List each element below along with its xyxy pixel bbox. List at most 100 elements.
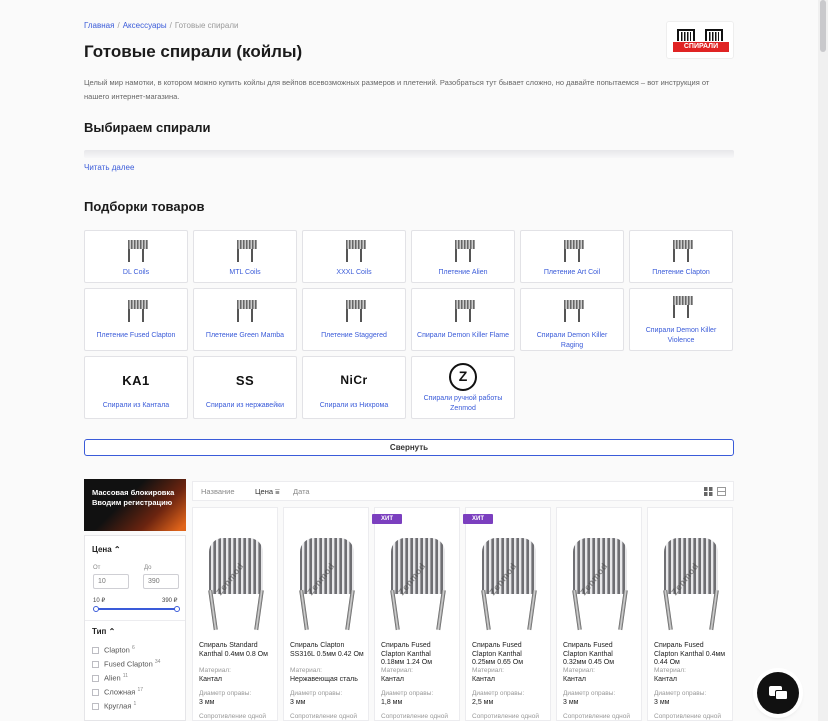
- product-image[interactable]: Zenmod: [383, 520, 453, 632]
- product-diameter: 3 мм: [290, 699, 306, 706]
- brand-logo: СПИРАЛИ: [666, 21, 734, 59]
- product-card[interactable]: Zenmod Спираль Fused Clapton Kanthal 0.3…: [556, 507, 642, 721]
- product-card[interactable]: Zenmod Спираль Fused Clapton Kanthal 0.4…: [647, 507, 733, 721]
- type-checkbox[interactable]: Сложная 17: [92, 687, 143, 697]
- collection-tile[interactable]: NiCr Спирали из Нихрома: [302, 356, 406, 419]
- product-image[interactable]: Zenmod: [474, 520, 544, 632]
- kanthal-logo: KA1: [122, 373, 150, 388]
- type-checkbox[interactable]: Alien 11: [92, 673, 128, 683]
- coil-icon: [233, 297, 257, 323]
- product-image[interactable]: Zenmod: [565, 520, 635, 632]
- coil-icon: [451, 237, 475, 263]
- breadcrumb-accessories[interactable]: Аксессуары: [123, 21, 167, 30]
- price-max-handle[interactable]: [174, 606, 180, 612]
- product-name[interactable]: Спираль Fused Clapton Kanthal 0.25мм 0.6…: [472, 642, 546, 668]
- product-card[interactable]: Zenmod Спираль Clapton SS316L 0.5мм 0.42…: [283, 507, 369, 721]
- collapse-button[interactable]: Свернуть: [84, 439, 734, 456]
- coil-icon: [560, 297, 584, 323]
- read-more-link[interactable]: Читать далее: [84, 163, 134, 172]
- to-label: До: [144, 565, 152, 571]
- coil-icon: [560, 237, 584, 263]
- collection-tile[interactable]: Плетение Clapton: [629, 230, 733, 283]
- product-image[interactable]: Zenmod: [292, 520, 362, 632]
- page-title: Готовые спирали (койлы): [84, 42, 303, 61]
- chevron-up-icon: ⌃: [108, 627, 116, 636]
- product-card[interactable]: ХИТ Zenmod Спираль Fused Clapton Kanthal…: [463, 507, 551, 721]
- product-diameter: 3 мм: [563, 699, 579, 706]
- price-filter-toggle[interactable]: Цена ⌃: [92, 545, 121, 554]
- price-range-track: [95, 608, 177, 610]
- product-card[interactable]: Zenmod Спираль Standard Kanthal 0.4мм 0.…: [192, 507, 278, 721]
- collection-tile[interactable]: Спирали Demon Killer Raging: [520, 288, 624, 351]
- collection-tile[interactable]: Плетение Green Mamba: [193, 288, 297, 351]
- product-name[interactable]: Спираль Clapton SS316L 0.5мм 0.42 Ом: [290, 642, 364, 659]
- coil-icon: [124, 297, 148, 323]
- section-title-choose: Выбираем спирали: [84, 120, 211, 135]
- sort-by-name[interactable]: Название: [201, 487, 235, 496]
- scrollbar[interactable]: [818, 0, 828, 721]
- chevron-up-icon: ⌃: [113, 545, 121, 554]
- coil-icon: [233, 237, 257, 263]
- coil-icon: [342, 237, 366, 263]
- product-list: Zenmod Спираль Standard Kanthal 0.4мм 0.…: [192, 507, 734, 721]
- sort-by-price[interactable]: Цена ⩸: [255, 487, 280, 497]
- scrollbar-thumb[interactable]: [820, 0, 826, 52]
- collection-tile[interactable]: SS Спирали из нержавейки: [193, 356, 297, 419]
- product-name[interactable]: Спираль Fused Clapton Kanthal 0.4мм 0.44…: [654, 642, 728, 668]
- breadcrumb-current: Готовые спирали: [174, 21, 239, 30]
- collection-tile[interactable]: Спирали Demon Killer Violence: [629, 288, 733, 351]
- sort-bar: Название Цена ⩸ Дата: [192, 481, 734, 501]
- nicr-logo: NiCr: [340, 373, 368, 387]
- collection-tile[interactable]: Z Спирали ручной работы Zenmod: [411, 356, 515, 419]
- chat-button[interactable]: [757, 672, 799, 714]
- collection-tile[interactable]: DL Coils: [84, 230, 188, 283]
- collection-tile[interactable]: Плетение Staggered: [302, 288, 406, 351]
- grid-view-icon[interactable]: [704, 487, 713, 496]
- collection-tile[interactable]: Плетение Art Coil: [520, 230, 624, 283]
- collection-tile[interactable]: XXXL Coils: [302, 230, 406, 283]
- product-image[interactable]: Zenmod: [656, 520, 726, 632]
- product-diameter: 3 мм: [199, 699, 215, 706]
- price-to-input[interactable]: 390: [143, 574, 179, 589]
- breadcrumb-home[interactable]: Главная: [84, 21, 114, 30]
- type-checkbox[interactable]: Fused Clapton 34: [92, 659, 160, 669]
- ss-logo: SS: [235, 373, 255, 388]
- product-name[interactable]: Спираль Fused Clapton Kanthal 0.18мм 1.2…: [381, 642, 455, 668]
- brand-tag: СПИРАЛИ: [673, 42, 729, 52]
- page: Главная / Аксессуары / Готовые спирали Готов…: [0, 0, 818, 721]
- sort-by-date[interactable]: Дата: [293, 487, 310, 496]
- product-diameter: 3 мм: [654, 699, 670, 706]
- product-material: Нержавеющая сталь: [290, 676, 358, 683]
- product-name[interactable]: Спираль Fused Clapton Kanthal 0.32мм 0.4…: [563, 642, 637, 668]
- from-label: От: [93, 565, 101, 571]
- coil-icon: [669, 293, 693, 319]
- product-name[interactable]: Спираль Standard Kanthal 0.4мм 0.8 Ом: [199, 642, 273, 659]
- price-min-handle[interactable]: [93, 606, 99, 612]
- collection-tile[interactable]: KA1 Спирали из Кантала: [84, 356, 188, 419]
- product-material: Кантал: [654, 676, 677, 683]
- product-image[interactable]: Zenmod: [201, 520, 271, 632]
- product-material: Кантал: [381, 676, 404, 683]
- promo-banner[interactable]: Массовая блокировка Вводим регистрацию: [84, 479, 186, 531]
- max-price: 390 ₽: [162, 598, 178, 604]
- product-card[interactable]: ХИТ Zenmod Спираль Fused Clapton Kanthal…: [372, 507, 460, 721]
- breadcrumb: Главная / Аксессуары / Готовые спирали: [84, 21, 239, 30]
- product-diameter: 2,5 мм: [472, 699, 494, 706]
- product-material: Кантал: [563, 676, 586, 683]
- product-diameter: 1,8 мм: [381, 699, 403, 706]
- list-view-icon[interactable]: [717, 487, 726, 496]
- section-title-collections: Подборки товаров: [84, 199, 205, 214]
- coil-icon: [705, 29, 723, 41]
- collection-tile[interactable]: MTL Coils: [193, 230, 297, 283]
- type-checkbox[interactable]: Clapton 6: [92, 645, 135, 655]
- price-from-input[interactable]: 10: [93, 574, 129, 589]
- collapsed-text: [84, 150, 734, 158]
- type-checkbox[interactable]: Круглая 1: [92, 701, 136, 711]
- collection-tile[interactable]: Плетение Alien: [411, 230, 515, 283]
- filters-panel: Цена ⌃ От До 10 390 10 ₽ 390 ₽ Тип ⌃ Cla…: [84, 535, 186, 721]
- zenmod-logo: Z: [449, 363, 477, 391]
- min-price: 10 ₽: [93, 598, 106, 604]
- collection-tile[interactable]: Плетение Fused Clapton: [84, 288, 188, 351]
- collection-tile[interactable]: Спирали Demon Killer Flame: [411, 288, 515, 351]
- type-filter-toggle[interactable]: Тип ⌃: [92, 627, 115, 636]
